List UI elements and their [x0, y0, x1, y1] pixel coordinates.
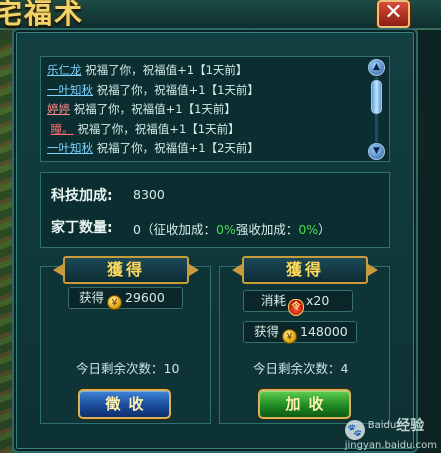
- gourd-icon: 令: [288, 299, 305, 316]
- collect-gain-label: 获得: [79, 290, 105, 305]
- collect-ribbon: 獲得: [63, 256, 189, 284]
- baidu-paw-icon: 🐾: [344, 420, 365, 440]
- force-bonus-pct: 0%: [298, 222, 319, 237]
- force-gain-amount: 148000: [300, 324, 348, 339]
- baidu-watermark: 🐾 Baidu经验 jingyan.baidu.com: [344, 415, 437, 451]
- log-entry: 一叶知秋 祝福了你，祝福值+1【1天前】: [47, 81, 367, 101]
- log-entry: 瞳。 祝福了你，祝福值+1【1天前】: [47, 120, 367, 140]
- collect-remaining-label: 今日剩余次数：: [76, 361, 164, 376]
- force-gain-label: 获得: [254, 324, 280, 339]
- log-text: 祝福了你，祝福值+1【1天前】: [77, 121, 240, 136]
- servants-label: 家丁数量:: [51, 220, 113, 236]
- servants-count: 0（征收加成：: [133, 222, 216, 237]
- servants-close-paren: ）: [318, 222, 331, 237]
- collect-remaining-count: 10: [163, 361, 180, 376]
- log-text: 祝福了你，祝福值+1【2天前】: [96, 141, 259, 155]
- servants-value: 0（征收加成：0%强收加成：0%）: [133, 219, 331, 238]
- force-cost-label: 消耗: [261, 293, 287, 308]
- player-link[interactable]: 乐仁龙: [47, 63, 82, 77]
- collect-button[interactable]: 徵收: [78, 389, 171, 419]
- coin-icon: ￥: [107, 295, 123, 310]
- player-link[interactable]: 瞳。: [51, 122, 74, 136]
- collect-gain-amount: 29600: [125, 290, 165, 305]
- watermark-brand-prefix: Baidu: [367, 420, 397, 431]
- force-gain: 获得 ￥ 148000: [243, 321, 357, 344]
- log-text: 祝福了你，祝福值+1【1天前】: [73, 102, 236, 116]
- log-scrollbar[interactable]: ▲ ▼: [368, 59, 385, 160]
- log-entry: 乐仁龙 祝福了你，祝福值+1【1天前】: [47, 61, 367, 81]
- force-remaining: 今日剩余次数：4: [253, 358, 348, 377]
- stats-box: 科技加成: 8300 家丁数量: 0（征收加成：0%强收加成：0%）: [40, 172, 390, 248]
- log-entry: 婷婷 祝福了你，祝福值+1【1天前】: [47, 100, 367, 120]
- blessing-log-list: 乐仁龙 祝福了你，祝福值+1【1天前】 一叶知秋 祝福了你，祝福值+1【1天前】…: [47, 61, 367, 159]
- close-icon: ✕: [384, 0, 403, 25]
- watermark-brand: 经验: [396, 418, 425, 434]
- watermark-site: jingyan.baidu.com: [344, 440, 437, 451]
- blessing-log: 乐仁龙 祝福了你，祝福值+1【1天前】 一叶知秋 祝福了你，祝福值+1【1天前】…: [40, 56, 390, 162]
- collect-remaining: 今日剩余次数：10: [76, 358, 179, 377]
- collect-gain: 获得 ￥ 29600: [68, 287, 183, 310]
- log-entry: 一叶知秋 祝福了你，祝福值+1【2天前】: [47, 139, 367, 159]
- close-button[interactable]: ✕: [377, 0, 410, 28]
- force-cost-amount: x20: [306, 293, 330, 308]
- force-collect-button[interactable]: 加收: [258, 389, 351, 419]
- coin-icon: ￥: [282, 329, 298, 344]
- chevron-up-icon[interactable]: ▲: [368, 59, 385, 76]
- tech-bonus-value: 8300: [133, 187, 165, 202]
- log-text: 祝福了你，祝福值+1【1天前】: [85, 63, 248, 77]
- tech-bonus-label: 科技加成:: [51, 188, 113, 204]
- player-link[interactable]: 一叶知秋: [47, 83, 93, 97]
- log-text: 祝福了你，祝福值+1【1天前】: [96, 82, 259, 97]
- chevron-down-icon[interactable]: ▼: [368, 143, 385, 160]
- player-link[interactable]: 婷婷: [47, 102, 70, 116]
- force-ribbon: 獲得: [242, 256, 368, 284]
- collect-bonus-pct: 0%: [215, 222, 236, 237]
- scrollbar-thumb[interactable]: [371, 80, 382, 114]
- force-remaining-label: 今日剩余次数：: [253, 361, 341, 376]
- force-bonus-label: 强收加成：: [235, 222, 299, 237]
- title-bar: 宅福术: [0, 0, 441, 30]
- force-remaining-count: 4: [340, 361, 349, 376]
- player-link[interactable]: 一叶知秋: [47, 141, 93, 155]
- force-cost: 消耗令 x20: [243, 290, 353, 316]
